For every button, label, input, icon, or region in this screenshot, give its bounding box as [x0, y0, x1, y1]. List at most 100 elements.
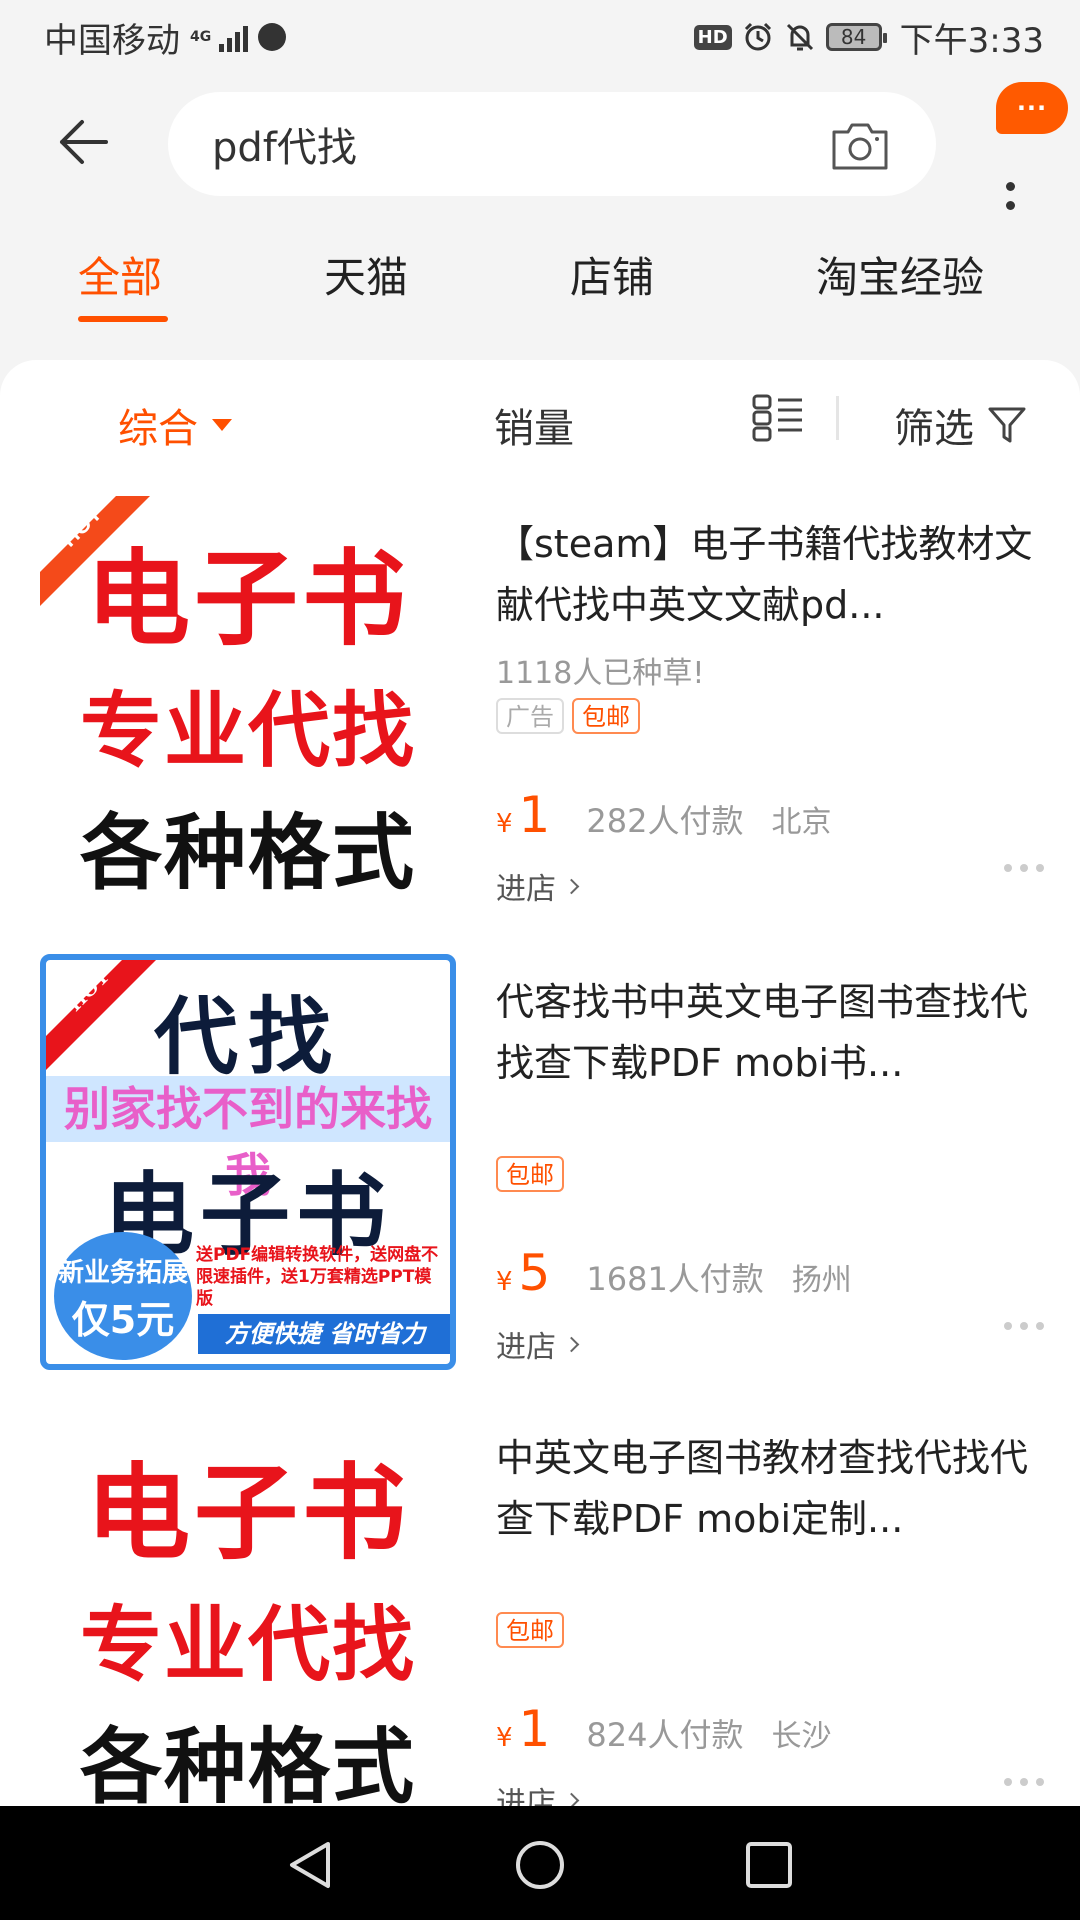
poster-badge-line: 仅5元	[71, 1298, 175, 1342]
tab-all[interactable]: 全部	[78, 244, 162, 305]
product-card[interactable]: 电子书 专业代找 各种格式 中英文电子图书教材查找代找代查下载PDF mobi定…	[0, 1410, 1080, 1806]
poster-slogan: 方便快捷 省时省力	[198, 1314, 450, 1354]
sort-sales[interactable]: 销量	[494, 396, 574, 454]
free-shipping-tag: 包邮	[496, 1156, 564, 1192]
poster-line: 各种格式	[79, 806, 416, 901]
product-card[interactable]: 代找 别家找不到的来找我 电子书 送PDF编辑转换软件，送网盘不限速插件，送1万…	[0, 954, 1080, 1410]
back-arrow-icon[interactable]	[52, 112, 112, 172]
product-title[interactable]: 代客找书中英文电子图书查找代找查下载PDF mobi书...	[496, 972, 1036, 1094]
sort-comprehensive-label: 综合	[118, 406, 198, 452]
more-dot-icon	[1005, 201, 1015, 210]
product-price: 1	[518, 786, 551, 844]
category-tabs: 全部 天猫 店铺 淘宝经验	[0, 230, 1080, 330]
product-subtitle	[496, 1562, 1036, 1602]
sort-sales-label: 销量	[494, 406, 574, 452]
sold-count: 282人付款	[586, 802, 744, 840]
poster-badge: 新业务拓展 仅5元	[54, 1232, 192, 1360]
sort-bar: 综合 销量 筛选	[0, 360, 1080, 490]
search-input[interactable]: pdf代找	[168, 92, 936, 196]
chevron-right-icon	[563, 1336, 580, 1352]
product-card[interactable]: 电子书 专业代找 各种格式 HOT 【steam】电子书籍代找教材文献代找中英文…	[0, 496, 1080, 952]
sort-comprehensive[interactable]: 综合	[118, 396, 232, 454]
enter-shop-label: 进店	[496, 1786, 556, 1806]
alarm-icon	[744, 22, 771, 51]
search-header: pdf代找 ···	[0, 74, 1080, 214]
product-subtitle	[496, 1106, 1036, 1146]
mute-bell-icon	[786, 23, 813, 51]
filter-button[interactable]: 筛选	[894, 396, 1026, 454]
product-tags: 广告 包邮	[496, 698, 1036, 736]
more-menu-button[interactable]	[992, 134, 1028, 214]
status-bar: 中国移动 4G HD 84 下午3:33	[0, 0, 1080, 74]
product-title[interactable]: 【steam】电子书籍代找教材文献代找中英文文献pd...	[496, 514, 1036, 636]
sold-count: 1681人付款	[586, 1260, 764, 1298]
price-row: ¥ 5 1681人付款 扬州	[496, 1244, 852, 1302]
chevron-right-icon	[563, 1792, 580, 1806]
hot-badge-icon: HOT	[40, 496, 150, 606]
product-image[interactable]: 电子书 专业代找 各种格式 HOT	[40, 496, 456, 912]
product-price: 1	[518, 1700, 551, 1758]
ad-tag: 广告	[496, 698, 564, 734]
caret-down-icon	[212, 419, 232, 431]
active-tab-indicator	[78, 316, 168, 322]
hd-icon: HD	[693, 24, 732, 50]
product-price: 5	[518, 1244, 551, 1302]
seller-city: 北京	[771, 805, 832, 840]
product-info: 代客找书中英文电子图书查找代找查下载PDF mobi书... 包邮 ¥ 5 16…	[496, 972, 1036, 1372]
enter-shop-link[interactable]: 进店	[496, 1778, 580, 1806]
message-bubble-icon[interactable]: ···	[996, 82, 1068, 134]
search-query: pdf代找	[212, 125, 357, 171]
nav-back-icon[interactable]	[284, 1838, 338, 1892]
enter-shop-link[interactable]: 进店	[496, 1322, 580, 1366]
poster-line: 专业代找	[79, 684, 416, 779]
poster-line: 电子书	[85, 1452, 410, 1574]
enter-shop-label: 进店	[496, 1330, 556, 1365]
product-info: 【steam】电子书籍代找教材文献代找中英文文献pd... 1118人已种草! …	[496, 514, 1036, 914]
filter-funnel-icon	[988, 407, 1026, 443]
seller-city: 长沙	[771, 1719, 832, 1754]
hot-badge-icon: HOT	[46, 960, 156, 1070]
results-panel: 综合 销量 筛选 电子书 专业代找 各种格式 HOT 【steam】电子书籍代找…	[0, 360, 1080, 1806]
filter-label: 筛选	[894, 406, 974, 452]
nav-recents-icon[interactable]	[742, 1838, 796, 1892]
chevron-right-icon	[563, 878, 580, 894]
status-right: HD 84 下午3:33	[693, 13, 1044, 62]
status-left: 中国移动 4G	[44, 13, 287, 62]
tab-tmall[interactable]: 天猫	[324, 244, 408, 305]
poster-promo: 送PDF编辑转换软件，送网盘不限速插件，送1万套精选PPT模版	[196, 1245, 439, 1309]
camera-icon[interactable]	[830, 120, 890, 172]
tab-shops[interactable]: 店铺	[570, 244, 654, 305]
free-shipping-tag: 包邮	[496, 1612, 564, 1648]
system-nav-bar	[0, 1806, 1080, 1920]
free-shipping-tag: 包邮	[572, 698, 640, 734]
product-subtitle: 1118人已种草!	[496, 656, 705, 691]
enter-shop-link[interactable]: 进店	[496, 864, 580, 908]
tab-taobao-experience[interactable]: 淘宝经验	[816, 244, 984, 305]
currency-symbol: ¥	[496, 809, 513, 839]
carrier-name: 中国移动	[44, 20, 180, 61]
product-info: 中英文电子图书教材查找代找代查下载PDF mobi定制... 包邮 ¥ 1 82…	[496, 1428, 1036, 1806]
product-tags: 包邮	[496, 1612, 1036, 1650]
more-options-icon[interactable]	[1004, 1322, 1044, 1332]
vpn-globe-icon	[258, 23, 287, 51]
more-options-icon[interactable]	[1004, 1778, 1044, 1788]
nav-home-icon[interactable]	[513, 1838, 567, 1892]
network-type: 4G	[190, 29, 212, 45]
more-options-icon[interactable]	[1004, 864, 1044, 874]
enter-shop-label: 进店	[496, 872, 556, 907]
seller-city: 扬州	[791, 1263, 852, 1298]
price-row: ¥ 1 282人付款 北京	[496, 786, 831, 844]
currency-symbol: ¥	[496, 1267, 513, 1297]
list-layout-toggle-icon[interactable]	[752, 394, 804, 442]
signal-icon	[219, 22, 249, 52]
product-tags: 包邮	[496, 1156, 1036, 1194]
product-image[interactable]: 代找 别家找不到的来找我 电子书 送PDF编辑转换软件，送网盘不限速插件，送1万…	[40, 954, 456, 1370]
sold-count: 824人付款	[586, 1716, 744, 1754]
clock: 下午3:33	[899, 20, 1044, 61]
poster-line: 专业代找	[79, 1598, 416, 1693]
product-title[interactable]: 中英文电子图书教材查找代找代查下载PDF mobi定制...	[496, 1428, 1036, 1550]
product-image[interactable]: 电子书 专业代找 各种格式	[40, 1410, 456, 1806]
poster-line: 各种格式	[79, 1720, 416, 1806]
price-row: ¥ 1 824人付款 长沙	[496, 1700, 831, 1758]
battery-icon: 84	[825, 23, 887, 51]
